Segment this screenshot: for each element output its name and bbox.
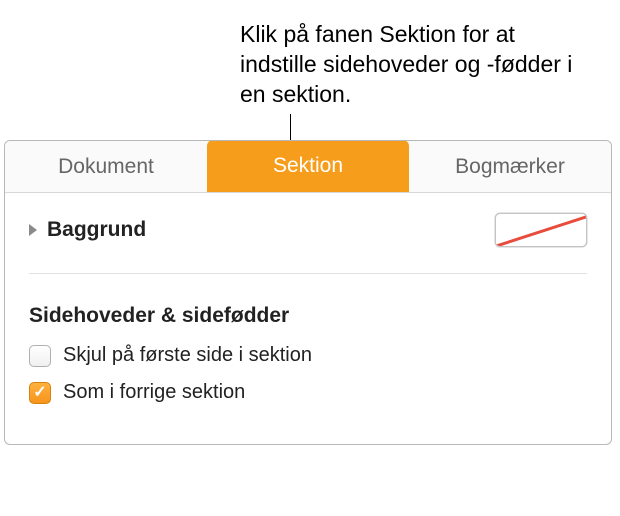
tab-document[interactable]: Dokument [5,141,207,192]
same-as-previous-row[interactable]: ✓ Som i forrige sektion [29,381,587,404]
headers-footers-title: Sidehoveder & sidefødder [29,304,587,328]
tab-document-label: Dokument [58,155,154,179]
background-color-well[interactable] [495,213,587,247]
tab-bookmarks[interactable]: Bogmærker [409,141,611,192]
hide-first-page-row[interactable]: Skjul på første side i sektion [29,344,587,367]
hide-first-page-label: Skjul på første side i sektion [63,344,312,367]
hide-first-page-checkbox[interactable] [29,345,51,367]
tab-bookmarks-label: Bogmærker [455,155,565,179]
tab-section-label: Sektion [273,154,343,178]
inspector-panel: Dokument Sektion Bogmærker Baggrund Side… [4,140,612,445]
section-body: Baggrund Sidehoveder & sidefødder Skjul … [5,193,611,444]
same-as-previous-checkbox[interactable]: ✓ [29,382,51,404]
checkmark-icon: ✓ [33,385,46,401]
tab-bar: Dokument Sektion Bogmærker [5,141,611,193]
background-label: Baggrund [47,218,146,242]
callout-text: Klik på fanen Sektion for at indstille s… [240,20,580,110]
tab-section[interactable]: Sektion [207,140,409,192]
background-row: Baggrund [29,213,587,274]
callout-leader-line [290,114,291,142]
background-disclosure[interactable]: Baggrund [29,218,146,242]
same-as-previous-label: Som i forrige sektion [63,381,245,404]
chevron-right-icon [29,224,37,236]
